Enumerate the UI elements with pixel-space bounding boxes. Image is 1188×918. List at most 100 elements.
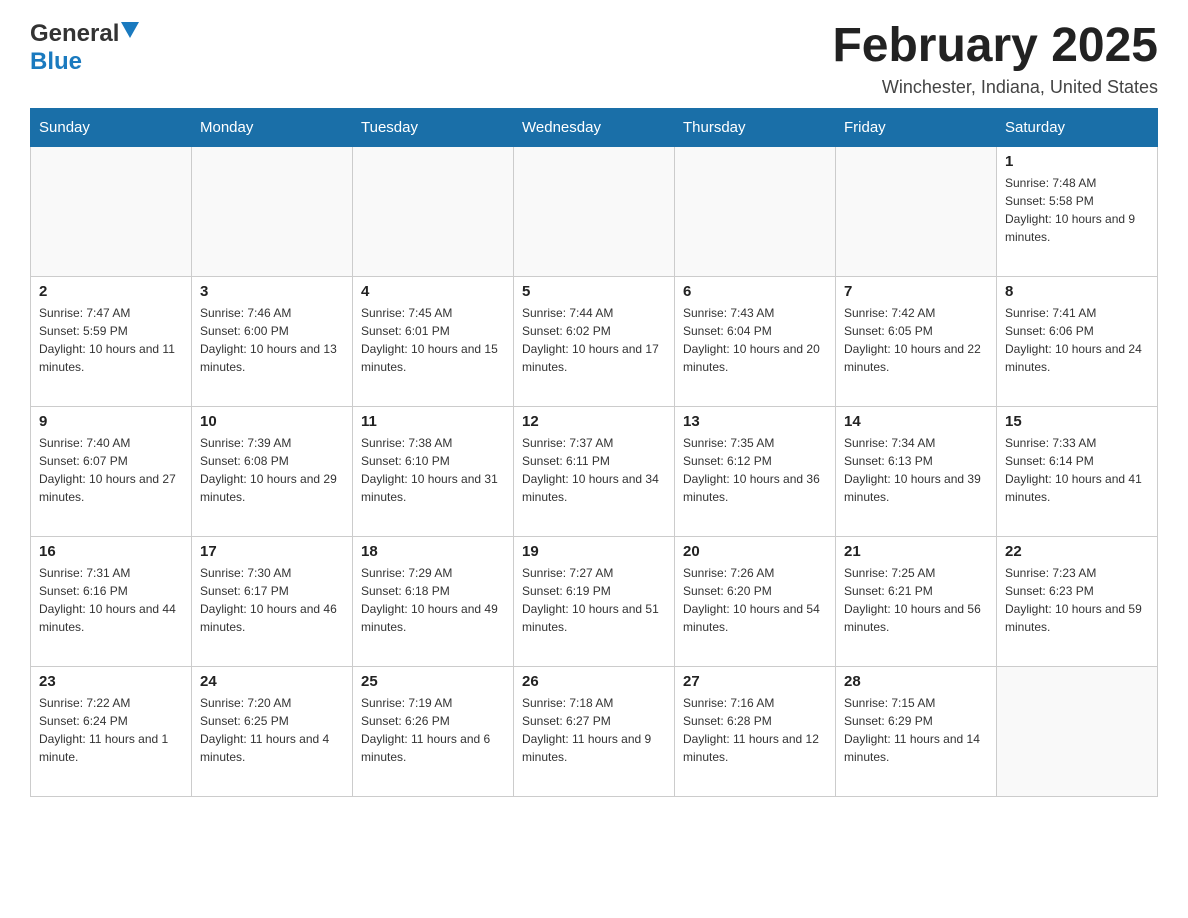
day-info: Sunrise: 7:15 AM Sunset: 6:29 PM Dayligh…: [844, 694, 988, 766]
calendar-cell: 8 Sunrise: 7:41 AM Sunset: 6:06 PM Daylig…: [997, 276, 1158, 406]
day-info: Sunrise: 7:25 AM Sunset: 6:21 PM Dayligh…: [844, 564, 988, 636]
day-number: 7: [844, 283, 988, 300]
day-info: Sunrise: 7:31 AM Sunset: 6:16 PM Dayligh…: [39, 564, 183, 636]
day-number: 25: [361, 673, 505, 690]
calendar-cell: 24Sunrise: 7:20 AM Sunset: 6:25 PM Dayli…: [192, 666, 353, 796]
col-header-saturday: Saturday: [997, 108, 1158, 146]
title-area: February 2025 Winchester, Indiana, Unite…: [832, 20, 1158, 98]
col-header-monday: Monday: [192, 108, 353, 146]
day-info: Sunrise: 7:44 AM Sunset: 6:02 PM Dayligh…: [522, 304, 666, 376]
calendar-cell: 4 Sunrise: 7:45 AM Sunset: 6:01 PM Daylig…: [353, 276, 514, 406]
logo-general-text: General: [30, 20, 119, 48]
calendar-cell: [353, 146, 514, 276]
calendar-week-row: 16 Sunrise: 7:31 AM Sunset: 6:16 PM Dayli…: [31, 536, 1158, 666]
calendar-cell: [192, 146, 353, 276]
day-number: 3: [200, 283, 344, 300]
col-header-friday: Friday: [836, 108, 997, 146]
day-info: Sunrise: 7:19 AM Sunset: 6:26 PM Dayligh…: [361, 694, 505, 766]
day-number: 23: [39, 673, 183, 690]
calendar-week-row: 1 Sunrise: 7:48 AM Sunset: 5:58 PM Daylig…: [31, 146, 1158, 276]
calendar-week-row: 23Sunrise: 7:22 AM Sunset: 6:24 PM Dayli…: [31, 666, 1158, 796]
day-info: Sunrise: 7:38 AM Sunset: 6:10 PM Dayligh…: [361, 434, 505, 506]
day-info: Sunrise: 7:35 AM Sunset: 6:12 PM Dayligh…: [683, 434, 827, 506]
calendar-cell: 15 Sunrise: 7:33 AM Sunset: 6:14 PM Dayli…: [997, 406, 1158, 536]
day-info: Sunrise: 7:16 AM Sunset: 6:28 PM Dayligh…: [683, 694, 827, 766]
day-number: 13: [683, 413, 827, 430]
calendar-cell: 27Sunrise: 7:16 AM Sunset: 6:28 PM Dayli…: [675, 666, 836, 796]
col-header-thursday: Thursday: [675, 108, 836, 146]
calendar-cell: [31, 146, 192, 276]
day-info: Sunrise: 7:37 AM Sunset: 6:11 PM Dayligh…: [522, 434, 666, 506]
day-info: Sunrise: 7:39 AM Sunset: 6:08 PM Dayligh…: [200, 434, 344, 506]
day-number: 15: [1005, 413, 1149, 430]
day-number: 22: [1005, 543, 1149, 560]
day-info: Sunrise: 7:41 AM Sunset: 6:06 PM Dayligh…: [1005, 304, 1149, 376]
day-info: Sunrise: 7:45 AM Sunset: 6:01 PM Dayligh…: [361, 304, 505, 376]
day-number: 18: [361, 543, 505, 560]
logo: General Blue: [30, 20, 139, 76]
day-info: Sunrise: 7:42 AM Sunset: 6:05 PM Dayligh…: [844, 304, 988, 376]
calendar-cell: 11 Sunrise: 7:38 AM Sunset: 6:10 PM Dayli…: [353, 406, 514, 536]
page-header: General Blue February 2025 Winchester, I…: [30, 20, 1158, 98]
day-info: Sunrise: 7:27 AM Sunset: 6:19 PM Dayligh…: [522, 564, 666, 636]
day-number: 8: [1005, 283, 1149, 300]
day-number: 28: [844, 673, 988, 690]
day-number: 14: [844, 413, 988, 430]
day-number: 19: [522, 543, 666, 560]
calendar-cell: 18 Sunrise: 7:29 AM Sunset: 6:18 PM Dayli…: [353, 536, 514, 666]
calendar-cell: [675, 146, 836, 276]
calendar-cell: 5 Sunrise: 7:44 AM Sunset: 6:02 PM Daylig…: [514, 276, 675, 406]
col-header-tuesday: Tuesday: [353, 108, 514, 146]
day-number: 10: [200, 413, 344, 430]
calendar-cell: [997, 666, 1158, 796]
day-number: 4: [361, 283, 505, 300]
day-info: Sunrise: 7:29 AM Sunset: 6:18 PM Dayligh…: [361, 564, 505, 636]
day-number: 17: [200, 543, 344, 560]
calendar-cell: 22 Sunrise: 7:23 AM Sunset: 6:23 PM Dayli…: [997, 536, 1158, 666]
day-info: Sunrise: 7:30 AM Sunset: 6:17 PM Dayligh…: [200, 564, 344, 636]
day-info: Sunrise: 7:26 AM Sunset: 6:20 PM Dayligh…: [683, 564, 827, 636]
calendar-cell: 25 Sunrise: 7:19 AM Sunset: 6:26 PM Dayli…: [353, 666, 514, 796]
day-info: Sunrise: 7:34 AM Sunset: 6:13 PM Dayligh…: [844, 434, 988, 506]
calendar-cell: 17 Sunrise: 7:30 AM Sunset: 6:17 PM Dayli…: [192, 536, 353, 666]
calendar-cell: 6Sunrise: 7:43 AM Sunset: 6:04 PM Daylig…: [675, 276, 836, 406]
calendar-cell: 14 Sunrise: 7:34 AM Sunset: 6:13 PM Dayli…: [836, 406, 997, 536]
calendar-cell: 26 Sunrise: 7:18 AM Sunset: 6:27 PM Dayli…: [514, 666, 675, 796]
day-info: Sunrise: 7:23 AM Sunset: 6:23 PM Dayligh…: [1005, 564, 1149, 636]
day-number: 12: [522, 413, 666, 430]
calendar-cell: 3 Sunrise: 7:46 AM Sunset: 6:00 PM Daylig…: [192, 276, 353, 406]
calendar-cell: 19 Sunrise: 7:27 AM Sunset: 6:19 PM Dayli…: [514, 536, 675, 666]
calendar-cell: 20 Sunrise: 7:26 AM Sunset: 6:20 PM Dayli…: [675, 536, 836, 666]
calendar-week-row: 2Sunrise: 7:47 AM Sunset: 5:59 PM Daylig…: [31, 276, 1158, 406]
calendar-cell: 7 Sunrise: 7:42 AM Sunset: 6:05 PM Daylig…: [836, 276, 997, 406]
day-number: 20: [683, 543, 827, 560]
day-number: 1: [1005, 153, 1149, 170]
day-number: 21: [844, 543, 988, 560]
day-number: 5: [522, 283, 666, 300]
day-number: 16: [39, 543, 183, 560]
calendar-week-row: 9Sunrise: 7:40 AM Sunset: 6:07 PM Daylig…: [31, 406, 1158, 536]
calendar-table: SundayMondayTuesdayWednesdayThursdayFrid…: [30, 108, 1158, 797]
col-header-sunday: Sunday: [31, 108, 192, 146]
calendar-header-row: SundayMondayTuesdayWednesdayThursdayFrid…: [31, 108, 1158, 146]
calendar-cell: 13 Sunrise: 7:35 AM Sunset: 6:12 PM Dayli…: [675, 406, 836, 536]
day-info: Sunrise: 7:18 AM Sunset: 6:27 PM Dayligh…: [522, 694, 666, 766]
day-info: Sunrise: 7:20 AM Sunset: 6:25 PM Dayligh…: [200, 694, 344, 766]
day-number: 9: [39, 413, 183, 430]
logo-triangle-icon: [121, 22, 139, 43]
day-number: 6: [683, 283, 827, 300]
month-title: February 2025: [832, 20, 1158, 73]
calendar-cell: [514, 146, 675, 276]
location-text: Winchester, Indiana, United States: [832, 77, 1158, 98]
calendar-cell: 28 Sunrise: 7:15 AM Sunset: 6:29 PM Dayli…: [836, 666, 997, 796]
calendar-cell: 21 Sunrise: 7:25 AM Sunset: 6:21 PM Dayli…: [836, 536, 997, 666]
day-info: Sunrise: 7:46 AM Sunset: 6:00 PM Dayligh…: [200, 304, 344, 376]
day-info: Sunrise: 7:48 AM Sunset: 5:58 PM Dayligh…: [1005, 174, 1149, 246]
day-info: Sunrise: 7:47 AM Sunset: 5:59 PM Dayligh…: [39, 304, 183, 376]
day-info: Sunrise: 7:33 AM Sunset: 6:14 PM Dayligh…: [1005, 434, 1149, 506]
calendar-cell: 2Sunrise: 7:47 AM Sunset: 5:59 PM Daylig…: [31, 276, 192, 406]
day-number: 26: [522, 673, 666, 690]
calendar-cell: [836, 146, 997, 276]
day-number: 11: [361, 413, 505, 430]
calendar-cell: 10 Sunrise: 7:39 AM Sunset: 6:08 PM Dayli…: [192, 406, 353, 536]
